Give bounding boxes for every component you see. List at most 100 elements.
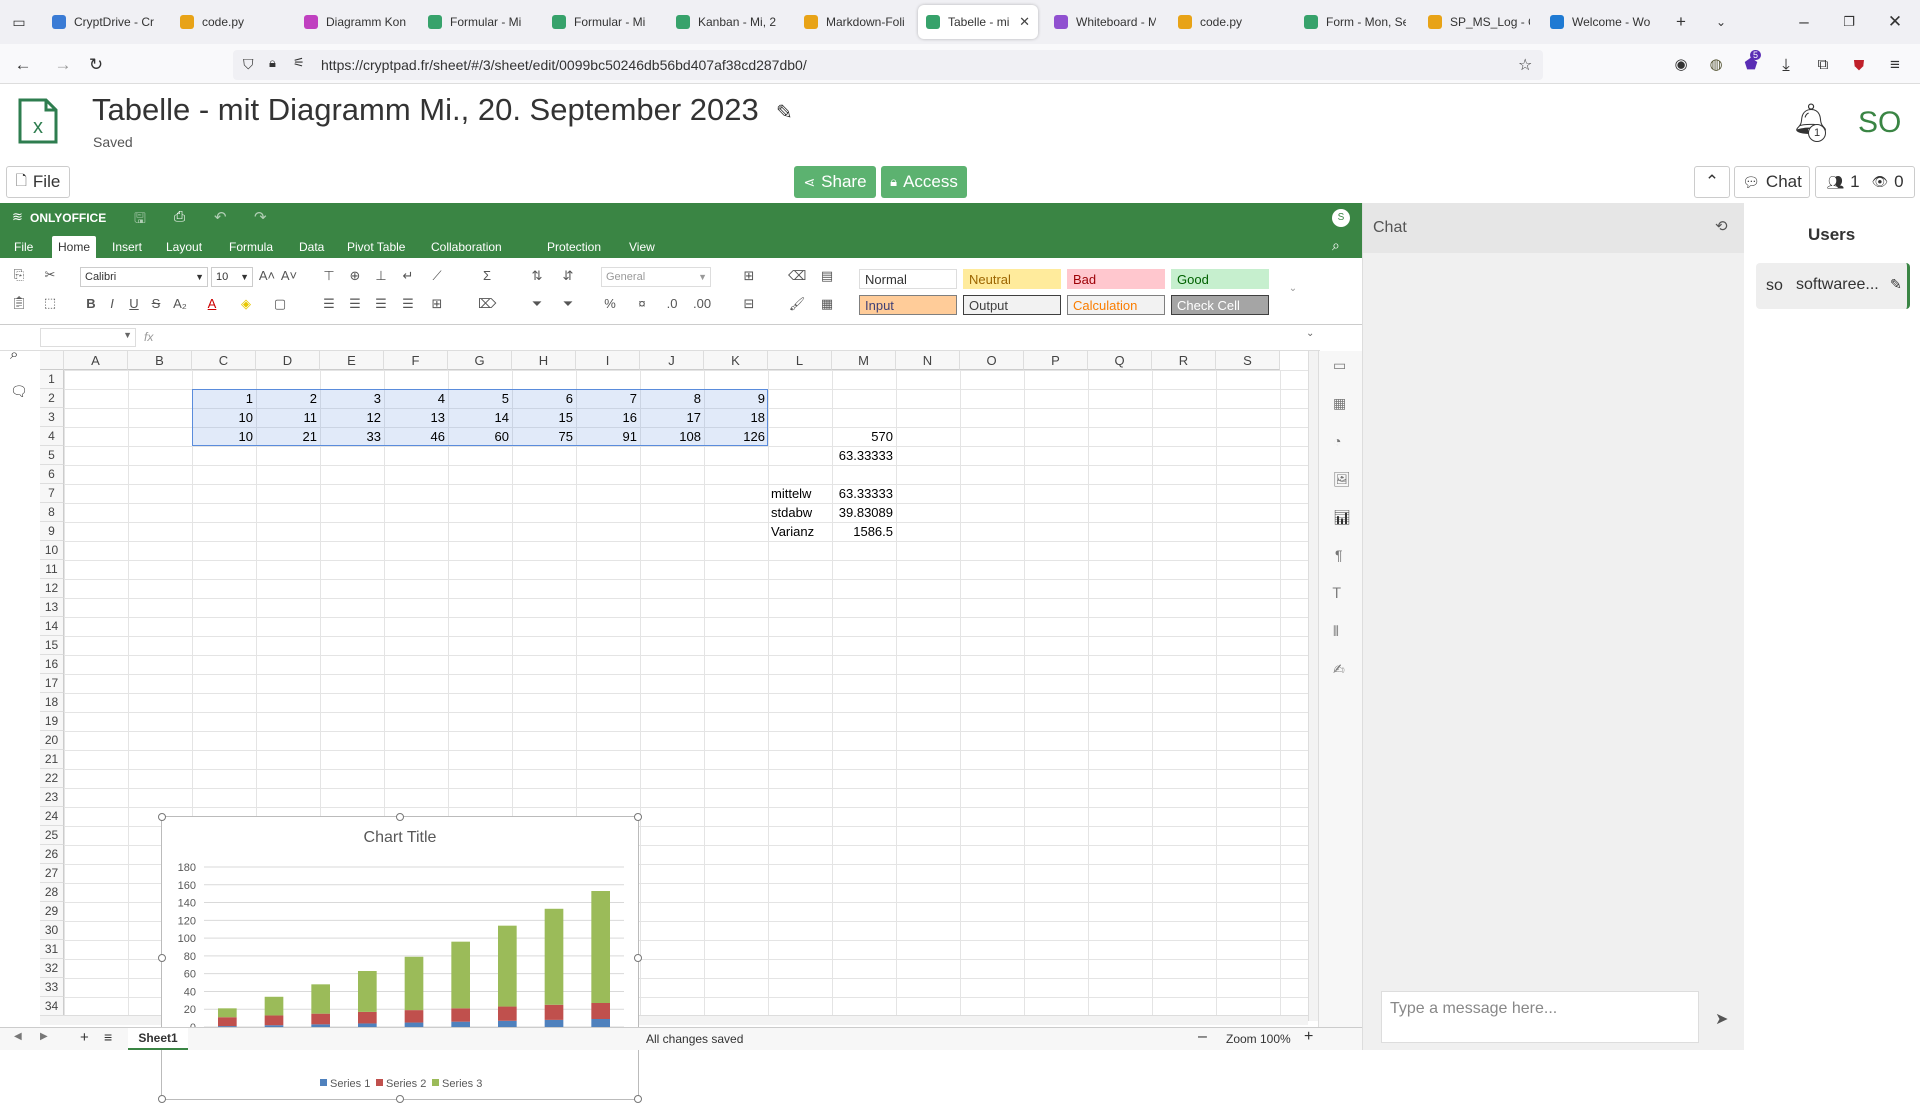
- sum-icon[interactable]: Σ: [478, 267, 496, 285]
- format-as-table-icon[interactable]: ▦: [818, 295, 836, 313]
- align-right-icon[interactable]: ☰: [372, 295, 390, 313]
- orientation-icon[interactable]: ⟋: [428, 267, 446, 285]
- browser-tab[interactable]: Welcome - Wo: [1542, 5, 1660, 39]
- access-button[interactable]: 🔒︎ Access: [881, 166, 967, 198]
- row-header[interactable]: 5: [40, 446, 64, 465]
- browser-tab[interactable]: Tabelle - mi ✕: [918, 5, 1038, 39]
- chat-button[interactable]: 💬︎ Chat: [1734, 166, 1810, 198]
- menu-tab-insert[interactable]: Insert: [106, 236, 148, 258]
- close-tab-icon[interactable]: ✕: [1019, 14, 1030, 30]
- expand-formula-chevron-icon[interactable]: ⌄: [1306, 328, 1314, 339]
- percent-icon[interactable]: %: [601, 295, 619, 313]
- copy-icon[interactable]: ⎘: [10, 266, 28, 284]
- number-format-select[interactable]: General ▼: [601, 267, 711, 287]
- row-header[interactable]: 28: [40, 883, 64, 902]
- lock-icon[interactable]: 🔒︎: [269, 55, 276, 71]
- decrease-font-icon[interactable]: A˅: [280, 267, 298, 285]
- vertical-scrollbar[interactable]: [1308, 351, 1318, 1021]
- print-icon[interactable]: ⎙: [174, 208, 185, 225]
- search-icon[interactable]: ⌕: [1332, 237, 1340, 254]
- name-box[interactable]: ▼: [40, 328, 136, 347]
- column-header[interactable]: A: [64, 351, 128, 370]
- menu-tab-protection[interactable]: Protection: [541, 236, 607, 258]
- redo-icon[interactable]: ↷: [254, 208, 267, 226]
- file-button[interactable]: 🗋︎ File: [6, 166, 70, 198]
- sort-descending-icon[interactable]: ⇵: [559, 267, 577, 285]
- signature-settings-icon[interactable]: ✍: [1333, 661, 1345, 678]
- browser-tab[interactable]: code.py: [172, 5, 290, 39]
- clear-filter-icon[interactable]: ⏷: [559, 295, 577, 313]
- cell-style-input[interactable]: Input: [859, 295, 957, 315]
- first-sheet-icon[interactable]: ◀: [14, 1031, 22, 1042]
- image-settings-icon[interactable]: 🖼︎: [1333, 471, 1351, 488]
- row-header[interactable]: 9: [40, 522, 64, 541]
- cell-style-normal[interactable]: Normal: [859, 269, 957, 289]
- row-header[interactable]: 2: [40, 389, 64, 408]
- column-header[interactable]: K: [704, 351, 768, 370]
- forward-icon[interactable]: →: [52, 54, 74, 76]
- row-header[interactable]: 6: [40, 465, 64, 484]
- menu-tab-layout[interactable]: Layout: [160, 236, 208, 258]
- cell[interactable]: 13: [384, 410, 448, 427]
- column-header[interactable]: B: [128, 351, 192, 370]
- row-header[interactable]: 24: [40, 807, 64, 826]
- italic-icon[interactable]: I: [103, 295, 121, 313]
- row-header[interactable]: 23: [40, 788, 64, 807]
- share-button[interactable]: ⋖ Share: [794, 166, 876, 198]
- browser-tab[interactable]: CryptDrive - Cr: [44, 5, 162, 39]
- url-text[interactable]: https://cryptpad.fr/sheet/#/3/sheet/edit…: [321, 57, 807, 73]
- delete-cells-icon[interactable]: ⊟: [740, 295, 758, 313]
- text-art-settings-icon[interactable]: Ꭲ: [1333, 585, 1341, 602]
- collapse-toolbar-button[interactable]: ⌃: [1694, 166, 1730, 198]
- zoom-in-icon[interactable]: +: [1304, 1028, 1313, 1046]
- cell[interactable]: 4: [384, 391, 448, 408]
- column-header[interactable]: C: [192, 351, 256, 370]
- cell[interactable]: 1: [192, 391, 256, 408]
- row-header[interactable]: 13: [40, 598, 64, 617]
- bold-icon[interactable]: B: [82, 295, 100, 313]
- sort-ascending-icon[interactable]: ⇅: [528, 267, 546, 285]
- chart-object[interactable]: Chart Title02040608010012014016018012345…: [158, 813, 642, 1103]
- select-all-corner[interactable]: [40, 351, 64, 370]
- clear-icon[interactable]: ⌫: [788, 267, 806, 285]
- cell-style-neutral[interactable]: Neutral: [963, 269, 1061, 289]
- sheet-tab-sheet1[interactable]: Sheet1: [128, 1028, 188, 1050]
- row-header[interactable]: 1: [40, 370, 64, 389]
- browser-tab[interactable]: Markdown-Foli: [796, 5, 914, 39]
- cell[interactable]: 5: [448, 391, 512, 408]
- cell-style-output[interactable]: Output: [963, 295, 1061, 315]
- menu-tab-view[interactable]: View: [623, 236, 661, 258]
- copy-style-icon[interactable]: 🖌︎: [788, 295, 806, 313]
- menu-tab-formula[interactable]: Formula: [223, 236, 279, 258]
- align-center-icon[interactable]: ☰: [346, 295, 364, 313]
- account-icon[interactable]: ◉: [1670, 54, 1692, 76]
- chart-resize-handle[interactable]: [158, 954, 166, 962]
- increase-font-icon[interactable]: A˄: [258, 267, 276, 285]
- cell[interactable]: 33: [320, 429, 384, 446]
- borders-icon[interactable]: ▢: [271, 295, 289, 313]
- cell-m4[interactable]: 570: [832, 429, 896, 446]
- increase-decimal-icon[interactable]: .00: [693, 295, 711, 313]
- chart-resize-handle[interactable]: [396, 813, 404, 821]
- row-header[interactable]: 27: [40, 864, 64, 883]
- font-color-icon[interactable]: A: [203, 295, 221, 313]
- row-header[interactable]: 8: [40, 503, 64, 522]
- chart-resize-handle[interactable]: [634, 954, 642, 962]
- cell-style-check-cell[interactable]: Check Cell: [1171, 295, 1269, 315]
- browser-tab[interactable]: Whiteboard - M: [1046, 5, 1164, 39]
- avatar[interactable]: SO: [1858, 106, 1901, 140]
- tracking-shield-icon[interactable]: ⛉: [243, 56, 254, 73]
- new-tab-icon[interactable]: +: [1670, 11, 1692, 33]
- zoom-out-icon[interactable]: –: [1198, 1028, 1207, 1046]
- subscript-icon[interactable]: A₂: [171, 295, 189, 313]
- browser-tab[interactable]: Kanban - Mi, 2: [668, 5, 786, 39]
- cell[interactable]: 8: [640, 391, 704, 408]
- zoom-level[interactable]: Zoom 100%: [1226, 1032, 1291, 1046]
- downloads-icon[interactable]: ⤓: [1775, 54, 1797, 76]
- underline-icon[interactable]: U: [125, 295, 143, 313]
- column-header[interactable]: L: [768, 351, 832, 370]
- browser-tab[interactable]: code.py: [1170, 5, 1288, 39]
- cell[interactable]: 75: [512, 429, 576, 446]
- named-range-icon[interactable]: ⌦: [478, 295, 496, 313]
- column-header[interactable]: I: [576, 351, 640, 370]
